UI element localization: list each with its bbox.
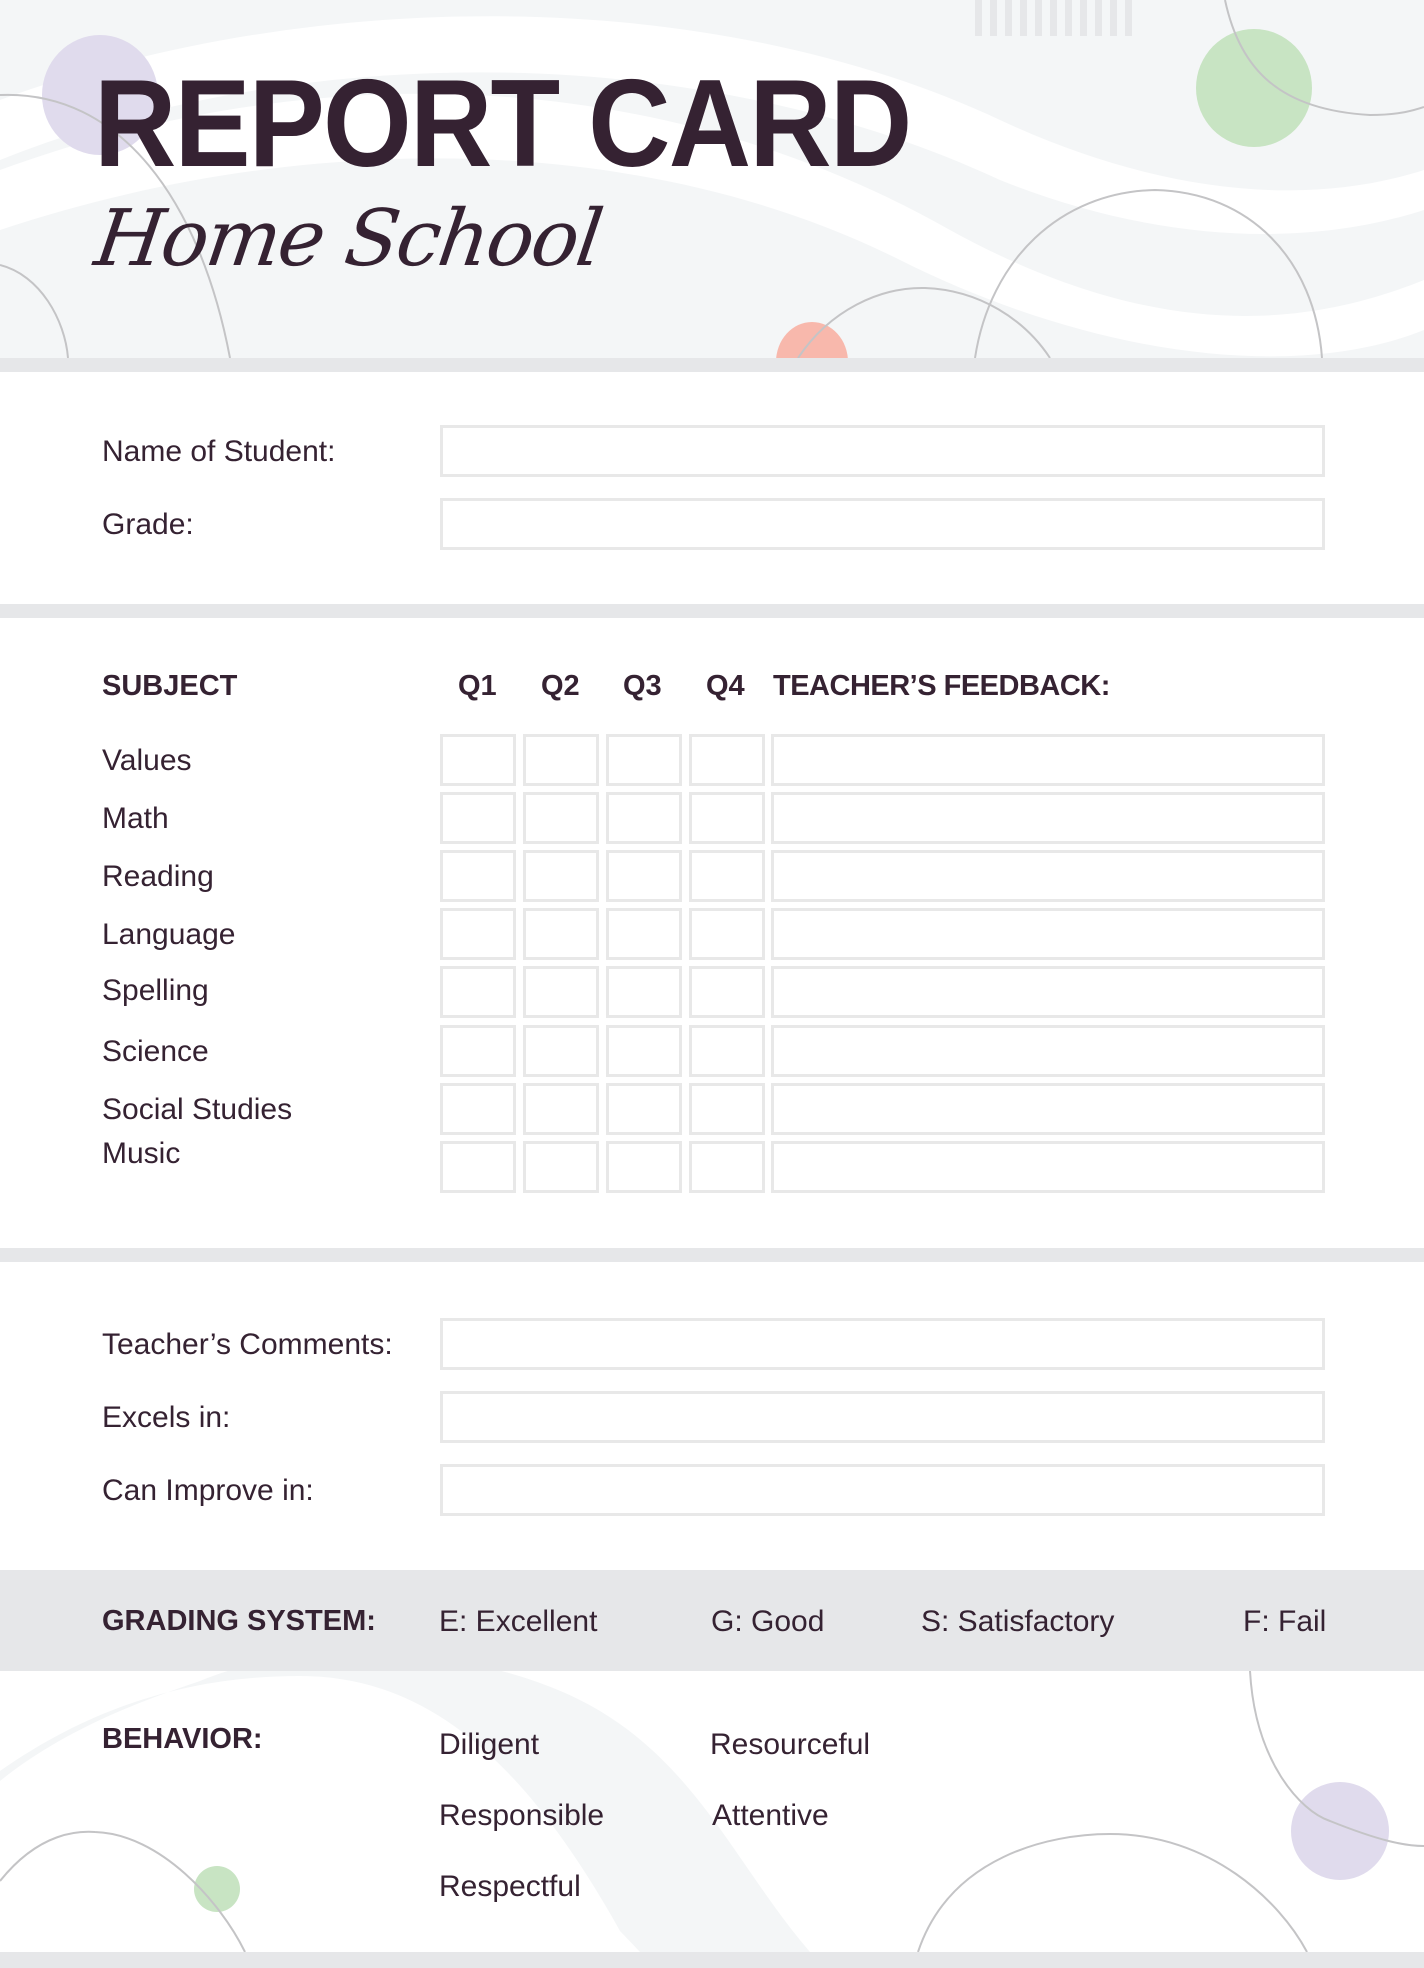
behavior-label: BEHAVIOR: <box>102 1723 263 1755</box>
grade-label: Grade: <box>102 508 194 541</box>
q2-grade-cell[interactable] <box>523 734 599 786</box>
green-circle <box>1196 29 1312 147</box>
q3-grade-cell[interactable] <box>606 792 682 844</box>
q4-grade-cell[interactable] <box>689 966 765 1018</box>
q4-grade-cell[interactable] <box>689 1141 765 1193</box>
q1-grade-cell[interactable] <box>440 850 516 902</box>
section-divider <box>0 1248 1424 1262</box>
feedback-cell[interactable] <box>771 908 1325 960</box>
q3-grade-cell[interactable] <box>606 1083 682 1135</box>
feedback-column-header: TEACHER’S FEEDBACK: <box>773 670 1110 702</box>
feedback-cell[interactable] <box>771 734 1325 786</box>
q4-grade-cell[interactable] <box>689 850 765 902</box>
q1-grade-cell[interactable] <box>440 966 516 1018</box>
grade-field[interactable] <box>440 498 1325 550</box>
subject-column-header: SUBJECT <box>102 670 238 702</box>
feedback-cell[interactable] <box>771 850 1325 902</box>
section-divider <box>0 358 1424 372</box>
grade-legend-good: G: Good <box>711 1605 825 1638</box>
q1-grade-cell[interactable] <box>440 1141 516 1193</box>
page-subtitle: Home School <box>89 194 607 284</box>
feedback-cell[interactable] <box>771 1141 1325 1193</box>
q2-grade-cell[interactable] <box>523 792 599 844</box>
wave-shape <box>0 1671 810 1952</box>
q1-grade-cell[interactable] <box>440 1025 516 1077</box>
feedback-cell[interactable] <box>771 1025 1325 1077</box>
student-name-field[interactable] <box>440 425 1325 477</box>
q3-grade-cell[interactable] <box>606 966 682 1018</box>
bottom-bar <box>0 1952 1424 1968</box>
stripe-pattern <box>975 0 1132 36</box>
subject-label: Social Studies <box>102 1093 293 1126</box>
q2-grade-cell[interactable] <box>523 966 599 1018</box>
q3-grade-cell[interactable] <box>606 1025 682 1077</box>
q3-grade-cell[interactable] <box>606 908 682 960</box>
student-name-label: Name of Student: <box>102 435 336 468</box>
q1-grade-cell[interactable] <box>440 734 516 786</box>
can-improve-field[interactable] <box>440 1464 1325 1516</box>
q1-grade-cell[interactable] <box>440 908 516 960</box>
subject-label: Values <box>102 744 192 777</box>
excels-in-label: Excels in: <box>102 1401 231 1434</box>
q4-column-header: Q4 <box>706 670 745 702</box>
subject-label: Language <box>102 918 236 951</box>
can-improve-label: Can Improve in: <box>102 1474 314 1507</box>
subject-label: Music <box>102 1137 181 1170</box>
q1-grade-cell[interactable] <box>440 792 516 844</box>
q4-grade-cell[interactable] <box>689 1083 765 1135</box>
behavior-trait: Responsible <box>439 1799 605 1832</box>
teacher-comments-field[interactable] <box>440 1318 1325 1370</box>
grade-legend-excellent: E: Excellent <box>439 1605 598 1638</box>
behavior-trait: Resourceful <box>710 1728 871 1761</box>
feedback-cell[interactable] <box>771 1083 1325 1135</box>
q2-grade-cell[interactable] <box>523 1141 599 1193</box>
subject-label: Reading <box>102 860 214 893</box>
q3-grade-cell[interactable] <box>606 850 682 902</box>
q4-grade-cell[interactable] <box>689 792 765 844</box>
feedback-cell[interactable] <box>771 966 1325 1018</box>
arc-line <box>0 264 69 358</box>
q3-grade-cell[interactable] <box>606 1141 682 1193</box>
grade-legend-satisfactory: S: Satisfactory <box>921 1605 1115 1638</box>
behavior-trait: Attentive <box>712 1799 829 1832</box>
section-divider <box>0 604 1424 618</box>
excels-in-field[interactable] <box>440 1391 1325 1443</box>
grade-legend-fail: F: Fail <box>1243 1605 1327 1638</box>
q2-grade-cell[interactable] <box>523 1083 599 1135</box>
q2-grade-cell[interactable] <box>523 908 599 960</box>
q1-column-header: Q1 <box>458 670 497 702</box>
q4-grade-cell[interactable] <box>689 908 765 960</box>
feedback-cell[interactable] <box>771 792 1325 844</box>
q3-grade-cell[interactable] <box>606 734 682 786</box>
q2-grade-cell[interactable] <box>523 1025 599 1077</box>
q4-grade-cell[interactable] <box>689 1025 765 1077</box>
q4-grade-cell[interactable] <box>689 734 765 786</box>
subject-label: Math <box>102 802 169 835</box>
subject-label: Spelling <box>102 974 209 1007</box>
q2-grade-cell[interactable] <box>523 850 599 902</box>
subject-label: Science <box>102 1035 209 1068</box>
page-title: REPORT CARD <box>94 55 912 193</box>
behavior-trait: Respectful <box>439 1870 581 1903</box>
q2-column-header: Q2 <box>541 670 580 702</box>
arc-line <box>917 1832 1308 1952</box>
q3-column-header: Q3 <box>623 670 662 702</box>
behavior-trait: Diligent <box>439 1728 540 1761</box>
grading-system-label: GRADING SYSTEM: <box>102 1605 376 1637</box>
teacher-comments-label: Teacher’s Comments: <box>102 1328 393 1361</box>
lavender-circle <box>1291 1782 1389 1880</box>
q1-grade-cell[interactable] <box>440 1083 516 1135</box>
